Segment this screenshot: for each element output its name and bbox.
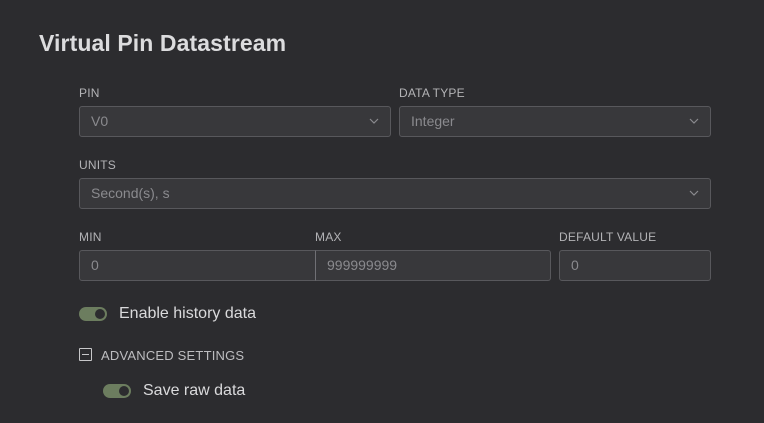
units-select[interactable]: Second(s), s (79, 178, 711, 209)
datastream-settings-panel: Virtual Pin Datastream PIN V0 DATA TYPE … (0, 0, 764, 423)
chevron-down-icon (689, 190, 699, 196)
toggle-knob (119, 386, 129, 396)
pin-select[interactable]: V0 (79, 106, 391, 137)
advanced-settings-toggle[interactable]: ADVANCED SETTINGS (101, 348, 244, 363)
data-type-select-value: Integer (411, 113, 455, 129)
collapse-icon[interactable] (79, 348, 92, 361)
save-raw-data-label: Save raw data (143, 382, 246, 399)
max-input[interactable]: 999999999 (315, 250, 551, 281)
data-type-select[interactable]: Integer (399, 106, 711, 137)
min-input-placeholder: 0 (91, 257, 99, 273)
page-title: Virtual Pin Datastream (39, 30, 287, 56)
min-label: MIN (79, 230, 102, 244)
enable-history-toggle[interactable] (79, 307, 107, 321)
toggle-knob (95, 309, 105, 319)
units-label: UNITS (79, 158, 116, 172)
min-input[interactable]: 0 (79, 250, 316, 281)
save-raw-data-toggle[interactable] (103, 384, 131, 398)
pin-label: PIN (79, 86, 100, 100)
max-input-placeholder: 999999999 (327, 257, 398, 273)
enable-history-label: Enable history data (119, 305, 256, 322)
chevron-down-icon (369, 118, 379, 124)
max-label: MAX (315, 230, 342, 244)
default-value-label: DEFAULT VALUE (559, 230, 657, 244)
chevron-down-icon (689, 118, 699, 124)
default-value-input[interactable]: 0 (559, 250, 711, 281)
data-type-label: DATA TYPE (399, 86, 465, 100)
default-value-input-placeholder: 0 (571, 257, 579, 273)
pin-select-value: V0 (91, 113, 109, 129)
units-select-placeholder: Second(s), s (91, 185, 170, 201)
